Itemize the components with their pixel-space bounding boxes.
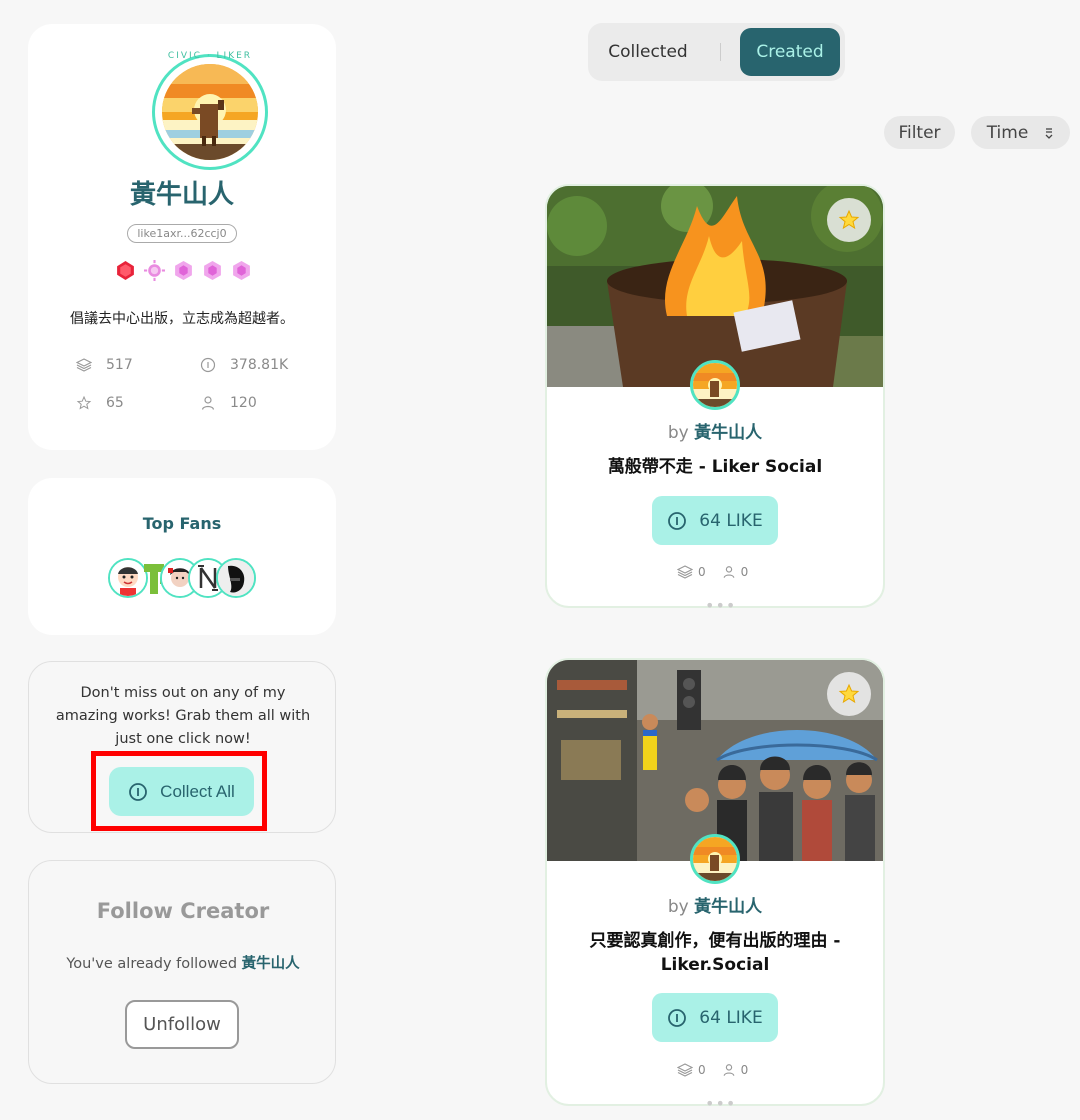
like-label: 64 LIKE — [699, 1007, 763, 1028]
ruby-gem-icon — [116, 261, 134, 280]
pink-sun-badge-icon — [143, 260, 165, 281]
pink-hex-badge-icon — [174, 261, 192, 280]
collect-all-button[interactable]: Collect All — [109, 767, 254, 816]
star-button[interactable] — [827, 672, 871, 716]
stat-collections-value: 517 — [106, 357, 133, 373]
stat-stars: 65 — [76, 395, 124, 411]
nft-meta: 0 0 — [677, 1062, 748, 1078]
nft-collects: 0 — [677, 564, 706, 580]
time-sort-label: Time — [986, 122, 1029, 143]
unfollow-button[interactable]: Unfollow — [125, 1000, 239, 1049]
nft-byline: by 黃牛山人 — [547, 892, 883, 917]
collect-all-card: Don't miss out on any of my amazing work… — [28, 661, 336, 833]
nft-owners-value: 0 — [740, 565, 749, 579]
more-dots-icon: ••• — [705, 596, 737, 615]
profile-card: CIVIC · LIKER 黃牛山人 like1axr...62ccj0 倡議去… — [28, 24, 336, 450]
civic-liker-label: CIVIC · LIKER — [167, 51, 253, 61]
top-fans-card: Top Fans — [28, 478, 336, 635]
nft-byline: by 黃牛山人 — [547, 418, 883, 443]
top-fans-title: Top Fans — [142, 514, 222, 533]
like-coin-icon — [668, 1008, 687, 1027]
collect-all-label: Collect All — [160, 781, 235, 801]
star-icon — [838, 683, 860, 704]
layers-icon — [677, 1063, 693, 1077]
top-fans-list — [108, 558, 258, 598]
person-icon — [723, 1064, 735, 1076]
sort-icon — [1045, 127, 1053, 139]
stat-stars-value: 65 — [106, 395, 124, 411]
stat-followers-value: 120 — [230, 395, 257, 411]
nft-author-avatar[interactable] — [690, 834, 740, 884]
like-button[interactable]: 64 LIKE — [652, 496, 778, 545]
avatar-image — [162, 64, 258, 160]
profile-bio: 倡議去中心出版，立志成為超越者。 — [70, 311, 294, 327]
collect-all-text: Don't miss out on any of my amazing work… — [55, 685, 311, 747]
nft-collects-value: 0 — [698, 565, 706, 579]
layers-icon — [677, 565, 693, 579]
nft-author-name[interactable]: 黃牛山人 — [694, 897, 762, 917]
follow-status-prefix: You've already followed — [66, 956, 238, 972]
like-button[interactable]: 64 LIKE — [652, 993, 778, 1042]
filter-button[interactable]: Filter — [884, 116, 955, 149]
follow-creator-card: Follow Creator You've already followed 黃… — [28, 860, 336, 1084]
like-coin-icon — [668, 511, 687, 530]
person-icon — [723, 566, 735, 578]
stat-likes-value: 378.81K — [230, 357, 289, 373]
tab-divider — [720, 43, 721, 61]
filter-label: Filter — [898, 122, 941, 143]
nft-title[interactable]: 只要認真創作，便有出版的理由 - Liker.Social — [567, 929, 863, 977]
nft-by-prefix: by — [667, 423, 689, 443]
followed-creator-name[interactable]: 黃牛山人 — [242, 956, 300, 972]
layers-icon — [76, 358, 92, 372]
nft-collects-value: 0 — [698, 1063, 706, 1077]
follow-status-text: You've already followed 黃牛山人 — [29, 952, 337, 973]
tab-created[interactable]: Created — [740, 28, 840, 76]
person-icon — [201, 396, 215, 410]
wallet-address[interactable]: like1axr...62ccj0 — [127, 224, 237, 243]
nft-card[interactable]: by 黃牛山人 只要認真創作，便有出版的理由 - Liker.Social 64… — [545, 658, 885, 1113]
profile-display-name: 黃牛山人 — [129, 180, 234, 210]
stat-followers: 120 — [200, 395, 257, 411]
stat-collections: 517 — [76, 357, 133, 373]
time-sort-button[interactable]: Time — [971, 116, 1070, 149]
star-button[interactable] — [827, 198, 871, 242]
like-coin-icon — [129, 782, 148, 801]
nft-author-avatar[interactable] — [690, 360, 740, 410]
nft-author-name[interactable]: 黃牛山人 — [694, 423, 762, 443]
nft-title[interactable]: 萬般帶不走 - Liker Social — [567, 455, 863, 479]
fan-avatar[interactable] — [216, 558, 256, 598]
nft-card[interactable]: by 黃牛山人 萬般帶不走 - Liker Social 64 LIKE 0 0… — [545, 184, 885, 615]
nft-owners: 0 — [722, 1063, 749, 1077]
star-icon — [76, 395, 92, 410]
more-dots-icon: ••• — [705, 1094, 737, 1113]
collection-tabs: Collected Created — [588, 23, 845, 81]
nft-collects: 0 — [677, 1062, 706, 1078]
profile-avatar[interactable]: CIVIC · LIKER — [152, 51, 268, 170]
pink-hex-badge-icon — [232, 261, 250, 280]
like-coin-icon — [200, 357, 216, 373]
pink-hex-badge-icon — [203, 261, 221, 280]
nft-by-prefix: by — [667, 897, 689, 917]
tab-collected[interactable]: Collected — [593, 28, 703, 76]
follow-creator-title: Follow Creator — [96, 899, 270, 923]
nft-owners: 0 — [722, 565, 749, 579]
stat-likes: 378.81K — [200, 357, 288, 373]
nft-owners-value: 0 — [740, 1063, 749, 1077]
nft-meta: 0 0 — [677, 564, 748, 580]
like-label: 64 LIKE — [699, 510, 763, 531]
badge-row — [113, 260, 253, 282]
star-icon — [838, 209, 860, 230]
